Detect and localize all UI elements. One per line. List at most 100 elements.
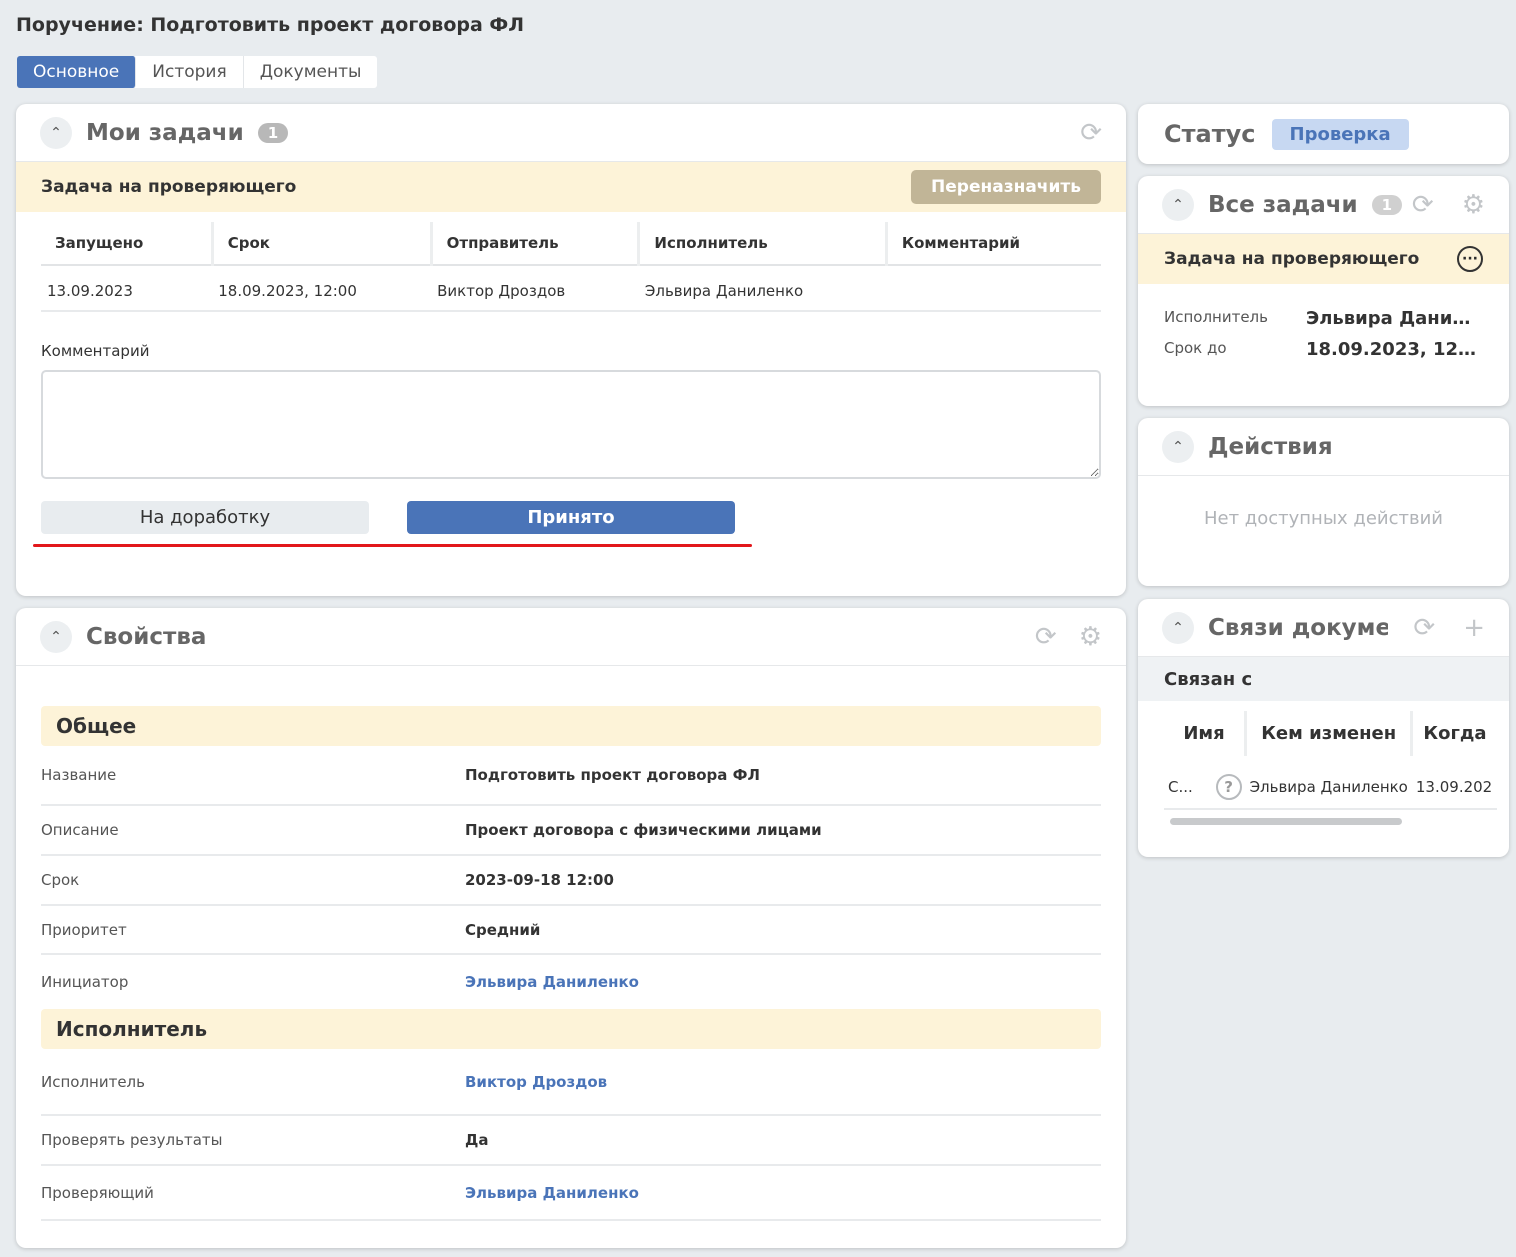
table-cell: Эльвира Даниленко — [638, 265, 887, 312]
tab-documents[interactable]: Документы — [244, 56, 378, 88]
link-name: С... — [1168, 778, 1193, 796]
property-label: Приоритет — [41, 920, 127, 939]
property-label: Исполнитель — [41, 1072, 145, 1091]
tasks-table: Запущено Срок Отправитель Исполнитель Ко… — [41, 222, 1101, 312]
properties-header: ⌃ Свойства ⟳ ⚙ — [16, 608, 1126, 666]
task-title: Задача на проверяющего — [41, 177, 297, 197]
property-label: Срок — [41, 871, 80, 889]
collapse-button[interactable]: ⌃ — [40, 116, 72, 149]
rework-button[interactable]: На доработку — [41, 501, 369, 534]
comment-label: Комментарий — [41, 342, 150, 360]
property-value: Средний — [465, 920, 541, 939]
initiator-link[interactable]: Эльвира Даниленко — [465, 973, 639, 991]
task-title: Задача на проверяющего — [1164, 249, 1420, 269]
refresh-icon[interactable]: ⟳ — [1412, 190, 1434, 220]
property-row: Приоритет Средний — [41, 906, 1101, 955]
reviewer-link[interactable]: Эльвира Даниленко — [465, 1184, 639, 1202]
column-header[interactable]: Кем изменен — [1245, 711, 1414, 756]
property-row: Исполнитель Виктор Дроздов — [41, 1049, 1101, 1116]
my-tasks-header: ⌃ Мои задачи 1 ⟳ — [16, 104, 1126, 162]
actions-panel: ⌃ Действия Нет доступных действий — [1138, 418, 1509, 586]
status-badge: Проверка — [1271, 118, 1409, 150]
column-header[interactable]: Когда — [1412, 711, 1497, 756]
collapse-button[interactable]: ⌃ — [1162, 611, 1194, 644]
actions-title: Действия — [1208, 433, 1333, 460]
gear-icon[interactable]: ⚙ — [1079, 622, 1102, 652]
table-cell: Эльвира Даниленко — [1245, 756, 1412, 810]
plus-icon[interactable]: + — [1463, 613, 1485, 643]
all-tasks-header: ⌃ Все задачи 1 ⟳ ⚙ — [1138, 176, 1509, 234]
my-tasks-panel: ⌃ Мои задачи 1 ⟳ Задача на проверяющего … — [16, 104, 1126, 596]
column-header[interactable]: Запущено — [41, 222, 214, 266]
tab-bar: Основное История Документы — [17, 56, 378, 88]
ellipsis-circle-icon[interactable]: ··· — [1457, 246, 1483, 272]
chevron-up-icon: ⌃ — [50, 124, 62, 141]
tab-history[interactable]: История — [136, 56, 244, 88]
due-label: Срок до — [1164, 339, 1227, 357]
table-cell: 18.09.2023, 12:00 — [212, 265, 432, 312]
page-title: Поручение: Подготовить проект договора Ф… — [16, 14, 525, 36]
section-executor: Исполнитель — [41, 1009, 1101, 1049]
property-row: Срок 2023-09-18 12:00 — [41, 856, 1101, 906]
table-row[interactable]: С... ? Эльвира Даниленко 13.09.202 — [1164, 756, 1497, 810]
chevron-up-icon: ⌃ — [1172, 438, 1184, 455]
collapse-button[interactable]: ⌃ — [1162, 430, 1194, 463]
table-row[interactable]: 13.09.2023 18.09.2023, 12:00 Виктор Дроз… — [41, 265, 1101, 312]
collapse-button[interactable]: ⌃ — [40, 620, 72, 653]
task-bar: Задача на проверяющего Переназначить — [16, 162, 1126, 212]
links-title: Связи докумен — [1208, 614, 1388, 641]
column-header[interactable]: Отправитель — [431, 222, 641, 266]
refresh-icon[interactable]: ⟳ — [1413, 613, 1435, 643]
property-row: Инициатор Эльвира Даниленко — [41, 955, 1101, 1009]
chevron-up-icon: ⌃ — [1172, 619, 1184, 636]
executor-row: Исполнитель Эльвира Даниле... — [1138, 308, 1509, 329]
question-icon: ? — [1215, 774, 1242, 800]
links-table: Имя Кем изменен Когда С... ? Эльвира Дан… — [1164, 711, 1497, 810]
property-value: Да — [465, 1131, 489, 1149]
refresh-icon[interactable]: ⟳ — [1080, 118, 1102, 148]
collapse-button[interactable]: ⌃ — [1162, 188, 1194, 221]
property-label: Название — [41, 766, 117, 784]
empty-actions-text: Нет доступных действий — [1203, 508, 1444, 529]
all-tasks-count-badge: 1 — [1371, 194, 1403, 215]
property-label: Инициатор — [41, 973, 129, 991]
accept-button[interactable]: Принято — [407, 501, 735, 534]
chevron-up-icon: ⌃ — [1172, 196, 1184, 213]
links-header: ⌃ Связи докумен ⟳ + — [1138, 599, 1509, 657]
table-cell: 13.09.2023 — [41, 265, 213, 312]
property-label: Проверяющий — [41, 1183, 154, 1202]
task-bar[interactable]: Задача на проверяющего ··· — [1138, 234, 1509, 284]
table-cell: Виктор Дроздов — [431, 265, 639, 312]
tab-main[interactable]: Основное — [17, 56, 137, 88]
property-row: Название Подготовить проект договора ФЛ — [41, 746, 1101, 806]
status-panel: Статус Проверка — [1138, 104, 1509, 164]
horizontal-scrollbar[interactable] — [1170, 818, 1402, 825]
properties-panel: ⌃ Свойства ⟳ ⚙ Общее Название Подготовит… — [16, 608, 1126, 1248]
property-value: Проект договора с физическими лицами — [465, 821, 822, 839]
property-label: Описание — [41, 821, 119, 839]
due-row: Срок до 18.09.2023, 12:00 — [1138, 339, 1509, 360]
due-value: 18.09.2023, 12:00 — [1306, 339, 1481, 360]
reassign-button[interactable]: Переназначить — [911, 170, 1101, 204]
comment-textarea[interactable] — [41, 370, 1101, 479]
column-header[interactable]: Исполнитель — [638, 222, 888, 266]
executor-link[interactable]: Виктор Дроздов — [465, 1073, 607, 1091]
property-row: Описание Проект договора с физическими л… — [41, 806, 1101, 856]
column-header[interactable]: Комментарий — [886, 222, 1101, 266]
my-tasks-count-badge: 1 — [257, 122, 289, 143]
status-label: Статус — [1164, 120, 1256, 148]
executor-label: Исполнитель — [1164, 308, 1268, 326]
section-general: Общее — [41, 706, 1101, 746]
property-value: 2023-09-18 12:00 — [465, 871, 614, 889]
gear-icon[interactable]: ⚙ — [1462, 190, 1485, 220]
refresh-icon[interactable]: ⟳ — [1035, 622, 1057, 652]
actions-header: ⌃ Действия — [1138, 418, 1509, 476]
table-cell: 13.09.202 — [1411, 756, 1497, 810]
table-cell: С... ? — [1164, 756, 1246, 810]
column-header[interactable]: Имя — [1164, 711, 1248, 756]
property-row: Проверяющий Эльвира Даниленко — [41, 1166, 1101, 1221]
highlight-underline — [33, 544, 752, 547]
column-header[interactable]: Срок — [212, 222, 433, 266]
all-tasks-title: Все задачи — [1208, 191, 1358, 218]
property-row: Проверять результаты Да — [41, 1116, 1101, 1166]
